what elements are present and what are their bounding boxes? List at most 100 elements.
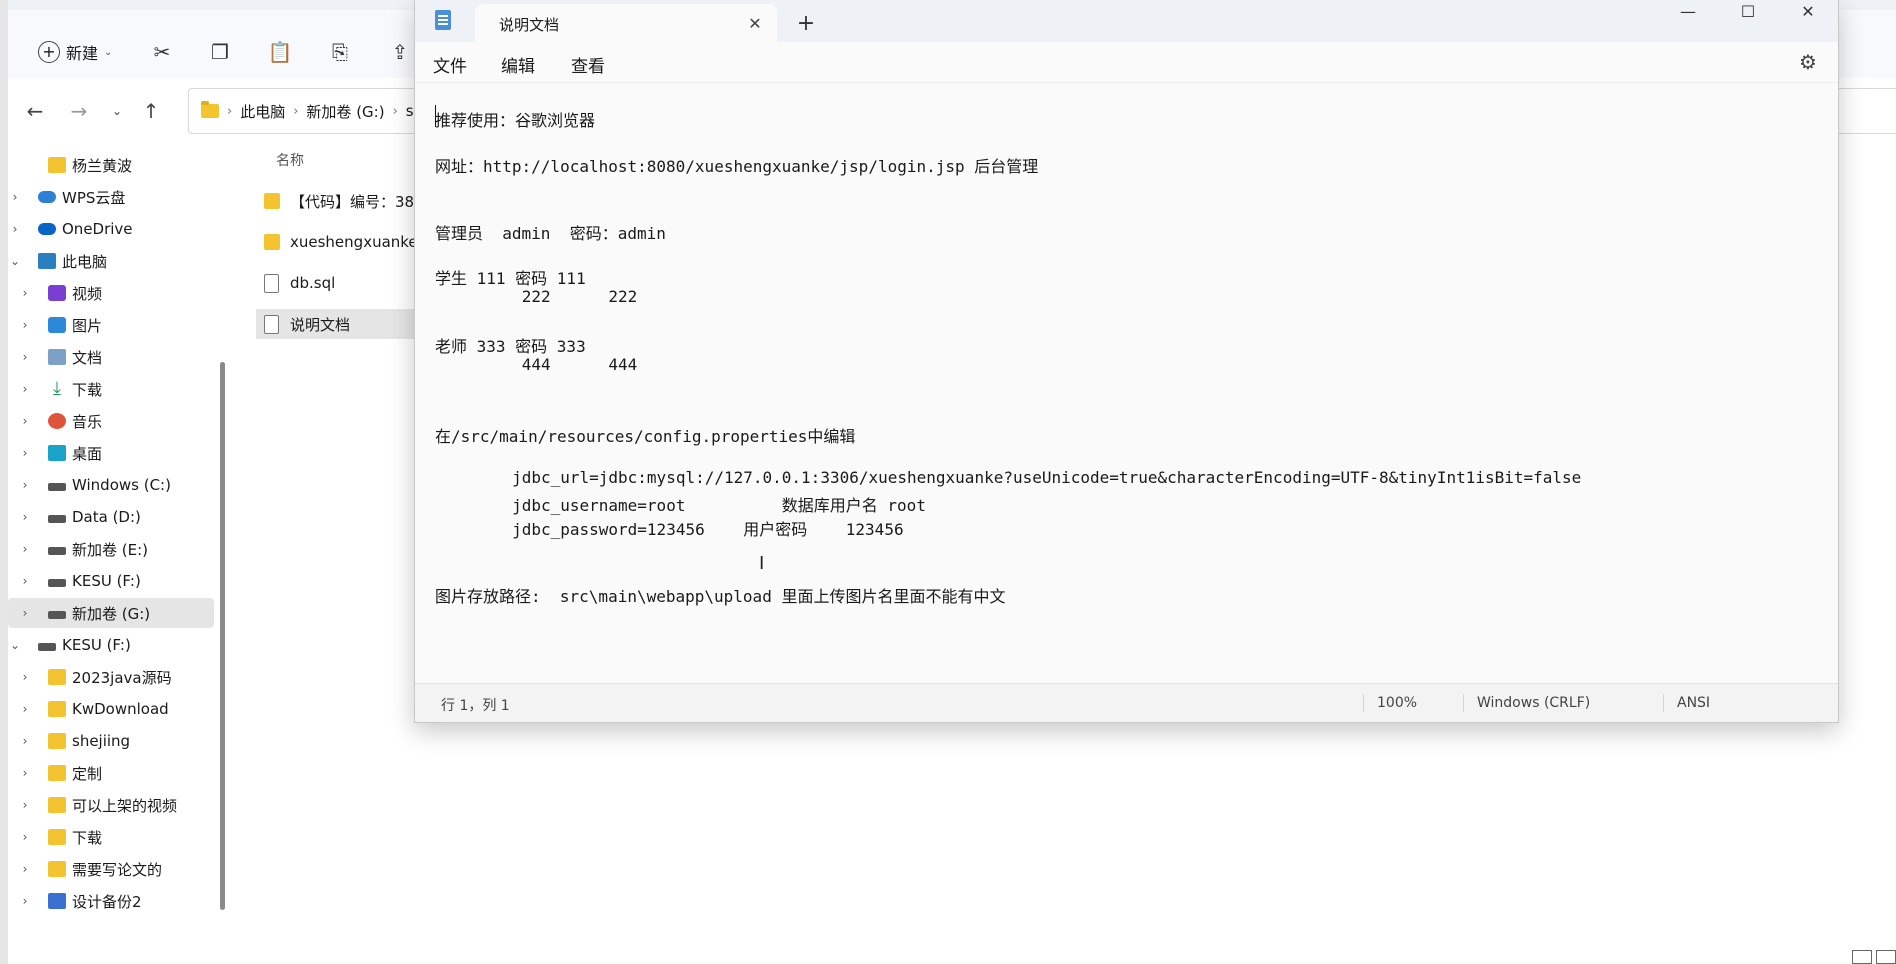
sidebar-item[interactable]: › Windows (C:) <box>8 470 214 500</box>
sidebar-item[interactable]: › 定制 <box>8 758 214 788</box>
minimize-icon[interactable]: — <box>1659 0 1717 22</box>
sidebar-item[interactable]: › 新加卷 (G:) <box>8 598 214 628</box>
chevron-right-icon[interactable]: › <box>18 510 32 524</box>
folder-icon <box>48 765 66 781</box>
file-icon <box>264 273 279 293</box>
sidebar-item[interactable]: › WPS云盘 <box>8 182 214 212</box>
sidebar-item[interactable]: 杨兰黄波 <box>8 150 214 180</box>
new-tab-plus-icon[interactable]: + <box>793 10 819 36</box>
sidebar-item[interactable]: › 下载 <box>8 822 214 852</box>
chevron-right-icon[interactable]: › <box>18 542 32 556</box>
file-name: db.sql <box>290 274 336 292</box>
folder-icon <box>48 861 66 877</box>
chevron-right-icon[interactable]: › <box>18 606 32 620</box>
chevron-right-icon[interactable]: › <box>18 670 32 684</box>
column-header-name[interactable]: 名称 <box>276 150 304 170</box>
sidebar-item-label: 2023java源码 <box>72 668 172 687</box>
document-tab[interactable]: 说明文档 ✕ <box>475 4 777 42</box>
close-tab-icon[interactable]: ✕ <box>743 11 767 35</box>
breadcrumb-separator-icon: › <box>392 103 398 119</box>
drive-icon <box>48 547 66 555</box>
share-icon[interactable]: ⇪ <box>388 40 412 64</box>
paste-icon[interactable]: 📋 <box>268 40 293 64</box>
chevron-right-icon[interactable]: › <box>18 350 32 364</box>
text-line: 网址：http://localhost:8080/xueshengxuanke/… <box>435 157 1039 176</box>
chevron-right-icon[interactable]: › <box>18 830 32 844</box>
breadcrumb-separator-icon: › <box>227 103 233 119</box>
new-button[interactable]: + 新建 ⌄ <box>38 34 112 70</box>
chevron-right-icon[interactable]: › <box>18 286 32 300</box>
sidebar-item[interactable]: › KESU (F:) <box>8 566 214 596</box>
chevron-right-icon[interactable]: › <box>8 222 22 236</box>
sidebar-item[interactable]: › 音乐 <box>8 406 214 436</box>
drive-icon <box>48 515 66 523</box>
zoom-level[interactable]: 100% <box>1377 695 1417 711</box>
chevron-right-icon[interactable]: › <box>8 190 22 204</box>
sidebar-item[interactable]: › shejiing <box>8 726 214 756</box>
sidebar-item[interactable]: › 设计备份2 <box>8 886 214 916</box>
sidebar-item[interactable]: ⌄ 此电脑 <box>8 246 214 276</box>
chevron-right-icon[interactable]: › <box>18 478 32 492</box>
folder-icon <box>264 234 280 250</box>
maximize-icon[interactable]: ☐ <box>1719 0 1777 22</box>
sidebar-item[interactable]: › OneDrive <box>8 214 214 244</box>
sidebar-item[interactable]: › ⤓ 下载 <box>8 374 214 404</box>
menu-edit[interactable]: 编辑 <box>501 52 535 77</box>
navigation-pane-scrollbar[interactable] <box>220 362 225 910</box>
breadcrumb-drive-g[interactable]: 新加卷 (G:) <box>306 101 384 122</box>
encoding[interactable]: ANSI <box>1677 695 1710 711</box>
sidebar-item-label: 杨兰黄波 <box>72 156 133 175</box>
chevron-right-icon[interactable]: › <box>18 574 32 588</box>
breadcrumb-this-pc[interactable]: 此电脑 <box>240 101 285 122</box>
sidebar-item[interactable]: › KwDownload <box>8 694 214 724</box>
sidebar-item[interactable]: › Data (D:) <box>8 502 214 532</box>
sidebar-item[interactable]: › 新加卷 (E:) <box>8 534 214 564</box>
menu-file[interactable]: 文件 <box>433 52 467 77</box>
chevron-down-icon[interactable]: ⌄ <box>8 254 22 268</box>
sidebar-item[interactable]: › 可以上架的视频 <box>8 790 214 820</box>
up-arrow-icon[interactable]: ↑ <box>138 98 164 124</box>
status-bar: 行 1，列 1 100% Windows (CRLF) ANSI <box>415 683 1838 722</box>
forward-arrow-icon[interactable]: → <box>66 98 92 124</box>
details-view-icon[interactable] <box>1852 950 1872 964</box>
sidebar-item-label: 图片 <box>72 316 103 335</box>
chevron-right-icon[interactable]: › <box>18 766 32 780</box>
text-editor[interactable]: I 推荐使用：谷歌浏览器 网址：http://localhost:8080/xue… <box>415 83 1838 683</box>
sidebar-item[interactable]: › 视频 <box>8 278 214 308</box>
chevron-right-icon[interactable]: › <box>18 702 32 716</box>
status-divider <box>1363 694 1364 712</box>
sidebar-item-label: KESU (F:) <box>62 636 131 654</box>
menu-view[interactable]: 查看 <box>571 52 605 77</box>
chevron-down-icon[interactable]: ⌄ <box>8 638 22 652</box>
sidebar-item[interactable]: › 桌面 <box>8 438 214 468</box>
back-arrow-icon[interactable]: ← <box>22 98 48 124</box>
notepad-window: 说明文档 ✕ + — ☐ ✕ 文件 编辑 查看 ⚙ I 推荐使用：谷歌浏览器 网址… <box>414 0 1839 723</box>
sidebar-item[interactable]: › 文档 <box>8 342 214 372</box>
chevron-right-icon[interactable]: › <box>18 382 32 396</box>
chevron-right-icon[interactable]: › <box>18 894 32 908</box>
chevron-right-icon[interactable]: › <box>18 734 32 748</box>
line-ending[interactable]: Windows (CRLF) <box>1477 695 1590 711</box>
tiles-view-icon[interactable] <box>1876 950 1896 964</box>
chevron-right-icon[interactable]: › <box>18 414 32 428</box>
chevron-right-icon[interactable]: › <box>18 798 32 812</box>
sidebar-item[interactable]: › 需要写论文的 <box>8 854 214 884</box>
chevron-right-icon[interactable]: › <box>18 318 32 332</box>
gear-icon[interactable]: ⚙ <box>1796 50 1820 74</box>
sidebar-item-label: KwDownload <box>72 700 169 718</box>
sidebar-item[interactable]: › 2023java源码 <box>8 662 214 692</box>
sidebar-item[interactable]: ⌄ KESU (F:) <box>8 630 214 660</box>
text-line: 推荐使用：谷歌浏览器 <box>435 111 596 130</box>
sidebar-item[interactable]: › 图片 <box>8 310 214 340</box>
text-line: jdbc_username=root 数据库用户名 root <box>435 496 926 515</box>
copy-icon[interactable]: ❐ <box>208 40 232 64</box>
chevron-right-icon[interactable]: › <box>18 446 32 460</box>
cut-icon[interactable]: ✂ <box>150 40 174 64</box>
recent-locations-chevron-icon[interactable]: ⌄ <box>104 98 130 124</box>
chevron-right-icon[interactable]: › <box>18 862 32 876</box>
text-line: jdbc_password=123456 用户密码 123456 <box>435 520 904 539</box>
close-window-icon[interactable]: ✕ <box>1779 0 1837 22</box>
rename-icon[interactable]: ⎘ <box>328 40 352 64</box>
breadcrumb-current-folder[interactable]: s <box>406 102 414 120</box>
notepad-title-bar[interactable]: 说明文档 ✕ + — ☐ ✕ <box>415 0 1838 42</box>
